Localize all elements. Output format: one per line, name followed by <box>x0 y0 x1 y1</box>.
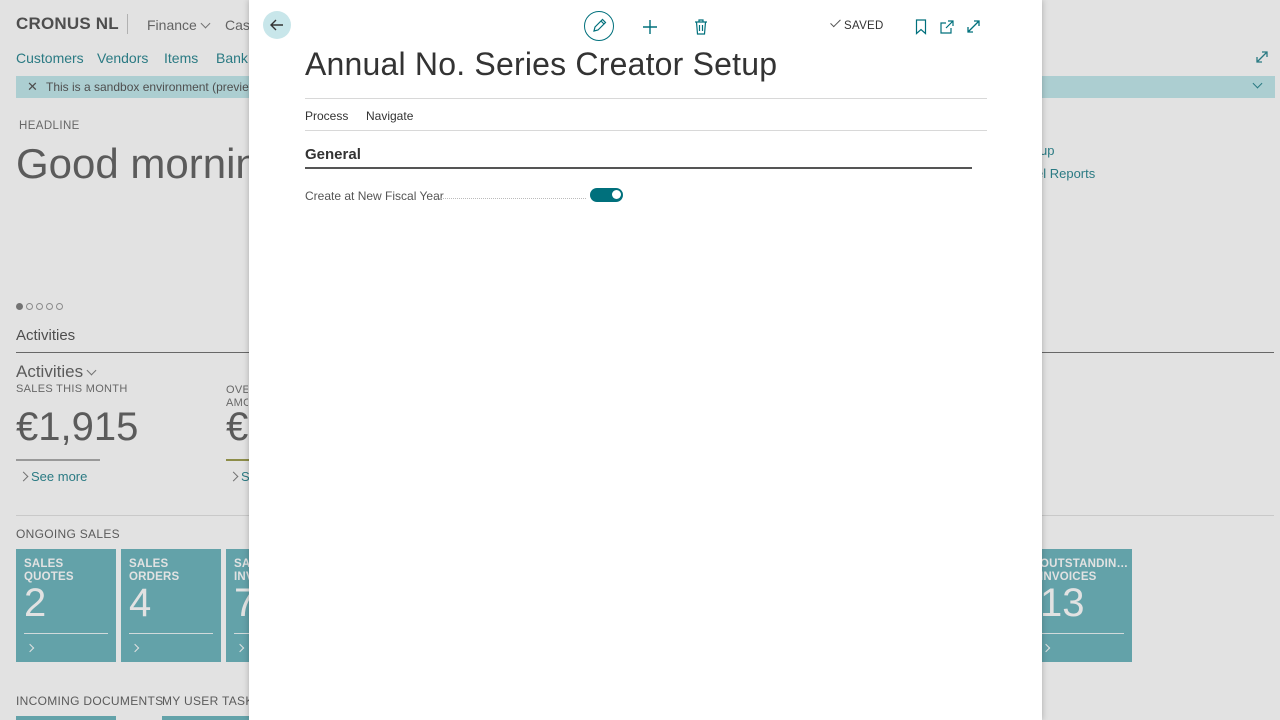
bookmark-icon[interactable] <box>915 19 927 35</box>
divider <box>305 167 972 169</box>
expand-icon[interactable] <box>966 19 981 34</box>
setup-dialog: SAVED Annual No. Series Creator Setup Pr… <box>249 0 1042 720</box>
action-process[interactable]: Process <box>305 109 348 123</box>
open-new-window-icon[interactable] <box>939 19 955 35</box>
fasttab-general[interactable]: General <box>305 146 361 163</box>
trash-icon[interactable] <box>694 19 708 35</box>
page-title: Annual No. Series Creator Setup <box>305 46 778 82</box>
pencil-icon <box>593 18 607 32</box>
divider <box>305 130 987 131</box>
create-at-new-fiscal-year-toggle[interactable] <box>590 188 623 202</box>
divider <box>305 98 987 99</box>
field-label-create-at-new-fiscal-year: Create at New Fiscal Year <box>305 189 444 203</box>
edit-button[interactable] <box>584 11 614 41</box>
back-button[interactable] <box>263 11 291 39</box>
arrow-left-icon <box>270 19 283 31</box>
plus-icon[interactable] <box>642 19 658 35</box>
saved-status: SAVED <box>830 16 884 32</box>
toggle-knob <box>612 190 621 199</box>
field-leader <box>436 197 586 199</box>
saved-label: SAVED <box>844 20 884 32</box>
checkmark-icon <box>830 16 841 28</box>
action-navigate[interactable]: Navigate <box>366 109 413 123</box>
